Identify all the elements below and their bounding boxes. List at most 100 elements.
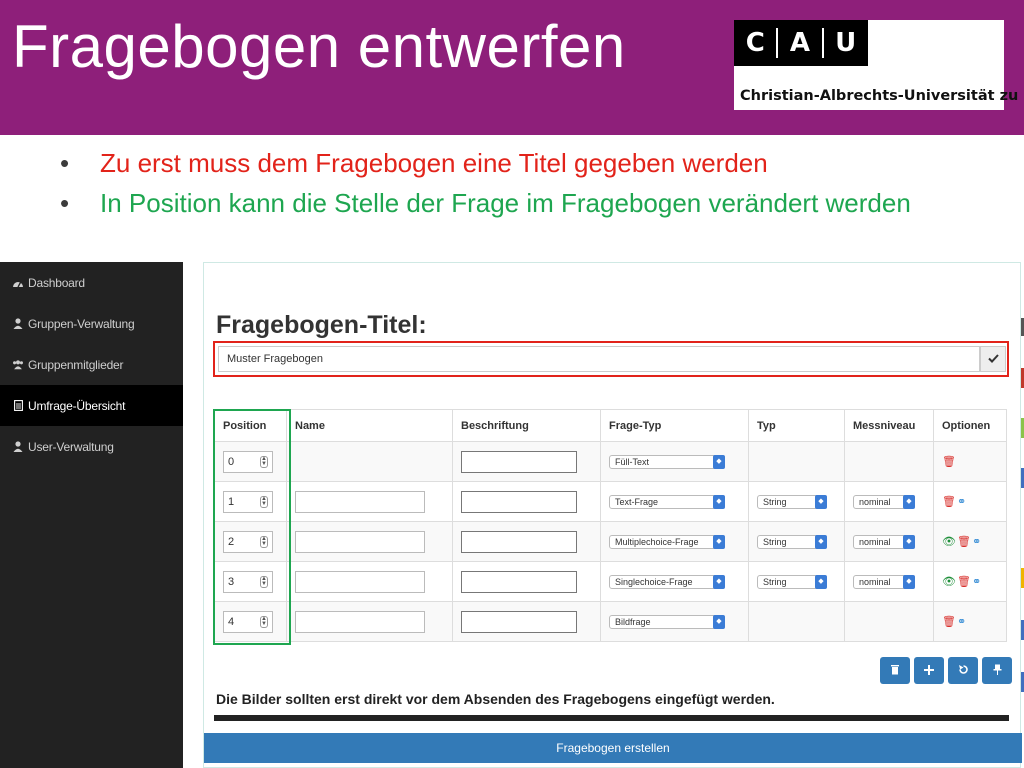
beschriftung-input[interactable] [461, 490, 577, 513]
table-row: 0 ▲ ▼ Füll-Text ◆ 🗑 [214, 441, 1007, 482]
spinner-icon[interactable]: ▲ ▼ [260, 615, 268, 628]
eye-icon[interactable]: 👁 [942, 575, 956, 588]
trash-icon[interactable]: 🗑 [942, 495, 956, 508]
beschriftung-input[interactable] [461, 530, 577, 553]
sidebar-item-user-verwaltung[interactable]: User-Verwaltung [0, 426, 183, 467]
messniveau-select[interactable]: nominal ◆ [853, 534, 915, 549]
pin-button[interactable] [982, 657, 1012, 684]
chevron-updown-icon: ◆ [713, 494, 725, 509]
frage-typ-select[interactable]: Multiplechoice-Frage ◆ [609, 534, 725, 549]
messniveau-select[interactable]: nominal ◆ [853, 574, 915, 589]
position-cell: 4 ▲ ▼ [214, 601, 287, 642]
select-value: Text-Frage [615, 496, 659, 507]
select-value: String [763, 576, 787, 587]
sidebar-item-gruppen-verwaltung[interactable]: Gruppen-Verwaltung [0, 303, 183, 344]
position-value: 3 [228, 575, 235, 588]
position-value: 0 [228, 455, 235, 468]
sidebar-item-umfrage-uebersicht[interactable]: Umfrage-Übersicht [0, 385, 183, 426]
reset-button[interactable] [948, 657, 978, 684]
frage-typ-cell: Bildfrage ◆ [600, 601, 749, 642]
trash-icon[interactable]: 🗑 [942, 615, 956, 628]
questions-table: Position Name Beschriftung Frage-Typ Typ… [214, 409, 1007, 642]
position-value: 4 [228, 615, 235, 628]
toggle-icon[interactable]: ⚭ [957, 495, 966, 508]
toggle-icon[interactable]: ⚭ [957, 615, 966, 628]
typ-cell [748, 601, 845, 642]
cau-logo: C A U Christian-Albrechts-Universität zu… [734, 20, 1024, 110]
position-stepper[interactable]: 4 ▲ ▼ [223, 610, 273, 633]
beschriftung-input[interactable] [461, 570, 577, 593]
eye-icon[interactable]: 👁 [942, 535, 956, 548]
sidebar-item-gruppenmitglieder[interactable]: Gruppenmitglieder [0, 344, 183, 385]
bullet-text: Zu erst muss dem Fragebogen eine Titel g… [100, 148, 768, 178]
select-value: String [763, 536, 787, 547]
frage-typ-cell: Singlechoice-Frage ◆ [600, 561, 749, 602]
position-stepper[interactable]: 0 ▲ ▼ [223, 450, 273, 473]
add-question-button[interactable] [914, 657, 944, 684]
options-cell: 🗑 [933, 441, 1007, 482]
pin-icon [993, 663, 1002, 678]
plus-icon [924, 663, 934, 678]
spinner-icon[interactable]: ▲ ▼ [260, 575, 268, 588]
beschriftung-cell [452, 481, 601, 522]
typ-select[interactable]: String ◆ [757, 494, 827, 509]
position-stepper[interactable]: 1 ▲ ▼ [223, 490, 273, 513]
position-stepper[interactable]: 3 ▲ ▼ [223, 570, 273, 593]
sidebar-item-label: User-Verwaltung [28, 439, 114, 454]
typ-select[interactable]: String ◆ [757, 574, 827, 589]
position-stepper[interactable]: 2 ▲ ▼ [223, 530, 273, 553]
trash-icon[interactable]: 🗑 [957, 535, 971, 548]
column-header-typ: Typ [748, 409, 845, 442]
messniveau-select[interactable]: nominal ◆ [853, 494, 915, 509]
spinner-icon[interactable]: ▲ ▼ [260, 495, 268, 508]
toggle-icon[interactable]: ⚭ [972, 535, 981, 548]
position-cell: 0 ▲ ▼ [214, 441, 287, 482]
name-input[interactable] [295, 610, 425, 633]
sidebar-item-dashboard[interactable]: Dashboard [0, 262, 183, 303]
name-input[interactable] [295, 490, 425, 513]
frage-typ-select[interactable]: Füll-Text ◆ [609, 454, 725, 469]
frage-typ-select[interactable]: Singlechoice-Frage ◆ [609, 574, 725, 589]
sidebar-item-label: Gruppen-Verwaltung [28, 316, 135, 331]
logo-letter-u: U [835, 28, 857, 58]
trash-icon[interactable]: 🗑 [957, 575, 971, 588]
beschriftung-input[interactable] [461, 610, 577, 633]
sidebar-item-label: Dashboard [28, 275, 85, 290]
create-questionnaire-button[interactable]: Fragebogen erstellen [204, 733, 1022, 763]
trash-icon[interactable]: 🗑 [942, 455, 956, 468]
position-cell: 3 ▲ ▼ [214, 561, 287, 602]
beschriftung-input[interactable] [461, 450, 577, 473]
options-cell: 🗑⚭ [933, 601, 1007, 642]
name-input[interactable] [295, 570, 425, 593]
spinner-icon[interactable]: ▲ ▼ [260, 455, 268, 468]
refresh-icon [958, 663, 969, 678]
questionnaire-title-input[interactable]: Muster Fragebogen [218, 346, 980, 372]
options-cell: 👁🗑⚭ [933, 521, 1007, 562]
sidebar-item-label: Gruppenmitglieder [28, 357, 124, 372]
logo-separator [821, 28, 824, 58]
toggle-icon[interactable]: ⚭ [972, 575, 981, 588]
chevron-updown-icon: ◆ [713, 454, 725, 469]
select-value: nominal [859, 536, 891, 547]
confirm-title-button[interactable] [980, 346, 1006, 372]
bullet-dot: • [60, 148, 70, 178]
bullet-item: • Zu erst muss dem Fragebogen eine Titel… [58, 146, 978, 180]
name-input[interactable] [295, 530, 425, 553]
delete-button[interactable] [880, 657, 910, 684]
table-header-row: Position Name Beschriftung Frage-Typ Typ… [214, 409, 1007, 442]
position-value: 2 [228, 535, 235, 548]
chevron-updown-icon: ◆ [815, 574, 827, 589]
form-heading: Fragebogen-Titel: [216, 311, 427, 339]
position-value: 1 [228, 495, 235, 508]
typ-select[interactable]: String ◆ [757, 534, 827, 549]
frage-typ-select[interactable]: Bildfrage ◆ [609, 614, 725, 629]
frage-typ-select[interactable]: Text-Frage ◆ [609, 494, 725, 509]
select-value: Bildfrage [615, 616, 651, 627]
table-row: 1 ▲ ▼ Text-Frage ◆ String ◆ nominal ◆ 🗑⚭ [214, 481, 1007, 522]
spinner-icon[interactable]: ▲ ▼ [260, 535, 268, 548]
typ-cell: String ◆ [748, 481, 845, 522]
logo-institution: Christian-Albrechts-Universität zu Kiel [740, 88, 1024, 104]
column-header-frage-typ: Frage-Typ [600, 409, 749, 442]
title-band: Fragebogen entwerfen C A U Christian-Alb… [0, 0, 1024, 135]
chevron-updown-icon: ◆ [815, 494, 827, 509]
